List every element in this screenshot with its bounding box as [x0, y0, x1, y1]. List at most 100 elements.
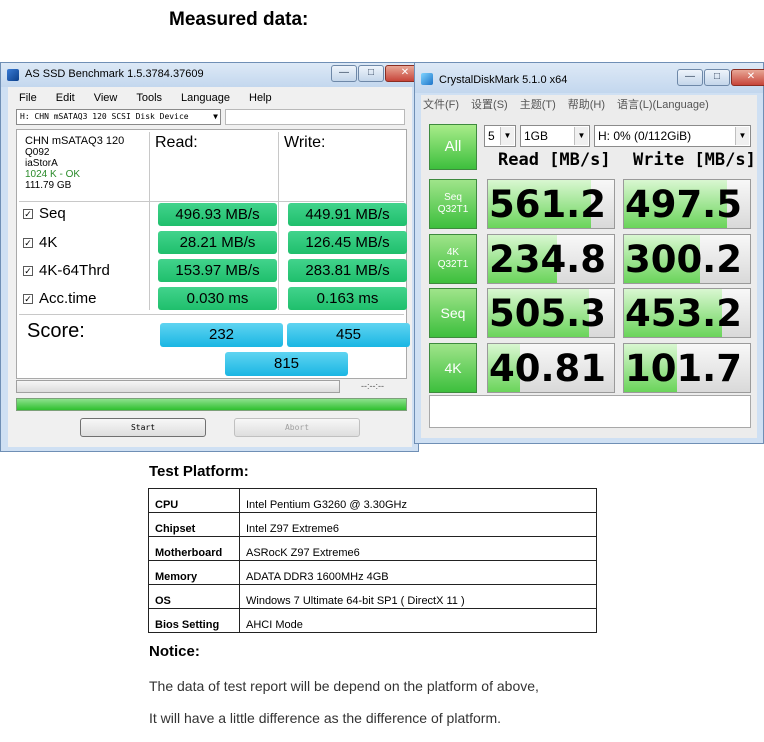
menu-file[interactable]: File: [8, 89, 45, 107]
score-write: 455: [287, 323, 410, 347]
drive-select[interactable]: H: CHN mSATAQ3 120 SCSI Disk Device ▼: [16, 109, 221, 125]
menu-language[interactable]: 语言(L)(Language): [617, 97, 721, 113]
comment-field[interactable]: [429, 395, 751, 428]
minimize-button[interactable]: —: [331, 65, 357, 82]
divider: [149, 132, 150, 310]
start-button[interactable]: Start: [80, 418, 206, 437]
abort-button[interactable]: Abort: [234, 418, 360, 437]
as-ssd-title: AS SSD Benchmark 1.5.3784.37609: [25, 68, 204, 80]
count-select[interactable]: 5 ▼: [484, 125, 516, 147]
seq-button[interactable]: Seq: [429, 288, 477, 338]
value-text: 40.81: [488, 347, 606, 390]
drive-extra-field[interactable]: [225, 109, 405, 125]
test-4k[interactable]: ✓ 4K: [23, 234, 57, 251]
spec-key: CPU: [148, 488, 240, 513]
drive-value: H: 0% (0/112GiB): [598, 129, 692, 143]
as-ssd-titlebar[interactable]: AS SSD Benchmark 1.5.3784.37609 — □ ✕: [1, 63, 425, 87]
4k-read-value: 28.21 MB/s: [158, 231, 277, 254]
size-value: 1GB: [524, 129, 549, 143]
menu-view[interactable]: View: [83, 89, 126, 107]
notice-line-2: It will have a little difference as the …: [149, 710, 502, 726]
spec-value: ASRocK Z97 Extreme6: [239, 536, 597, 561]
table-row: Motherboard ASRocK Z97 Extreme6: [148, 536, 597, 561]
chevron-down-icon: ▼: [500, 127, 514, 145]
4k-button[interactable]: 4K: [429, 343, 477, 393]
table-row: Chipset Intel Z97 Extreme6: [148, 512, 597, 537]
test-label: Acc.time: [39, 290, 97, 307]
test-label: 4K-64Thrd: [39, 262, 110, 279]
acc-time-write-value: 0.163 ms: [288, 287, 407, 310]
drive-info: CHN mSATAQ3 120 Q092 iaStorA 1024 K - OK…: [19, 132, 147, 198]
write-header: Write [MB/s]: [633, 150, 756, 170]
value-text: 561.2: [488, 183, 606, 226]
spec-key: Chipset: [148, 512, 240, 537]
4k-q32t1-button[interactable]: 4K Q32T1: [429, 234, 477, 284]
drive-alignment: 1024 K - OK: [25, 169, 81, 180]
divider: [19, 314, 404, 315]
test-4k-64thrd[interactable]: ✓ 4K-64Thrd: [23, 262, 110, 279]
read-header: Read [MB/s]: [498, 150, 611, 170]
as-ssd-client: File Edit View Tools Language Help H: CH…: [8, 87, 412, 447]
seq-q32t1-read: 561.2: [487, 179, 615, 229]
cdm-app-icon: [421, 73, 433, 85]
table-row: Memory ADATA DDR3 1600MHz 4GB: [148, 560, 597, 585]
seq-q32t1-write: 497.5: [623, 179, 751, 229]
menu-help[interactable]: Help: [238, 89, 280, 107]
as-ssd-app-icon: [7, 69, 19, 81]
menu-edit[interactable]: Edit: [45, 89, 83, 107]
chevron-down-icon: ▼: [213, 112, 218, 121]
menu-help[interactable]: 帮助(H): [568, 97, 617, 113]
test-label: 4K: [444, 360, 462, 376]
table-row: OS Windows 7 Ultimate 64-bit SP1 ( Direc…: [148, 584, 597, 609]
close-button[interactable]: ✕: [731, 69, 764, 86]
spec-value: ADATA DDR3 1600MHz 4GB: [239, 560, 597, 585]
cdm-title: CrystalDiskMark 5.1.0 x64: [439, 74, 568, 86]
seq-read: 505.3: [487, 288, 615, 338]
drive-select[interactable]: H: 0% (0/112GiB) ▼: [594, 125, 751, 147]
menu-theme[interactable]: 主题(T): [520, 97, 568, 113]
menu-language[interactable]: Language: [170, 89, 238, 107]
minimize-button[interactable]: —: [677, 69, 703, 86]
cdm-titlebar[interactable]: CrystalDiskMark 5.1.0 x64 — □ ✕: [415, 63, 764, 93]
test-seq[interactable]: ✓ Seq: [23, 205, 66, 222]
maximize-button[interactable]: □: [704, 69, 730, 86]
value-text: 101.7: [624, 347, 742, 390]
checkbox-checked-icon[interactable]: ✓: [23, 293, 33, 304]
table-row: Bios Setting AHCI Mode: [148, 608, 597, 633]
cdm-client: 文件(F) 设置(S) 主题(T) 帮助(H) 语言(L)(Language) …: [421, 95, 757, 438]
menu-file[interactable]: 文件(F): [421, 97, 471, 113]
value-text: 497.5: [624, 183, 742, 226]
spec-value: Windows 7 Ultimate 64-bit SP1 ( DirectX …: [239, 584, 597, 609]
checkbox-checked-icon[interactable]: ✓: [23, 208, 33, 219]
measured-data-heading: Measured data:: [169, 9, 309, 30]
seq-read-value: 496.93 MB/s: [158, 203, 277, 226]
test-acc-time[interactable]: ✓ Acc.time: [23, 290, 97, 307]
4k-read: 40.81: [487, 343, 615, 393]
seq-q32t1-button[interactable]: Seq Q32T1: [429, 179, 477, 229]
spec-value: Intel Z97 Extreme6: [239, 512, 597, 537]
checkbox-checked-icon[interactable]: ✓: [23, 265, 33, 276]
size-select[interactable]: 1GB ▼: [520, 125, 590, 147]
test-label: Seq: [39, 205, 66, 222]
seq-write-value: 449.91 MB/s: [288, 203, 407, 226]
chevron-down-icon: ▼: [574, 127, 588, 145]
platform-title: Test Platform:: [149, 463, 249, 480]
value-text: 505.3: [488, 292, 606, 335]
checkbox-checked-icon[interactable]: ✓: [23, 237, 33, 248]
maximize-button[interactable]: □: [358, 65, 384, 82]
all-button[interactable]: All: [429, 124, 477, 170]
count-value: 5: [488, 129, 495, 143]
menu-tools[interactable]: Tools: [125, 89, 170, 107]
spec-key: OS: [148, 584, 240, 609]
notice-line-1: The data of test report will be depend o…: [149, 678, 539, 694]
divider: [278, 132, 279, 310]
notice-title: Notice:: [149, 643, 200, 660]
test-label: Seq: [444, 192, 462, 203]
value-text: 300.2: [624, 238, 742, 281]
4k-q32t1-read: 234.8: [487, 234, 615, 284]
divider: [19, 201, 404, 202]
spec-key: Memory: [148, 560, 240, 585]
read-header: Read:: [155, 134, 198, 151]
score-total: 815: [225, 352, 348, 376]
menu-settings[interactable]: 设置(S): [471, 97, 520, 113]
